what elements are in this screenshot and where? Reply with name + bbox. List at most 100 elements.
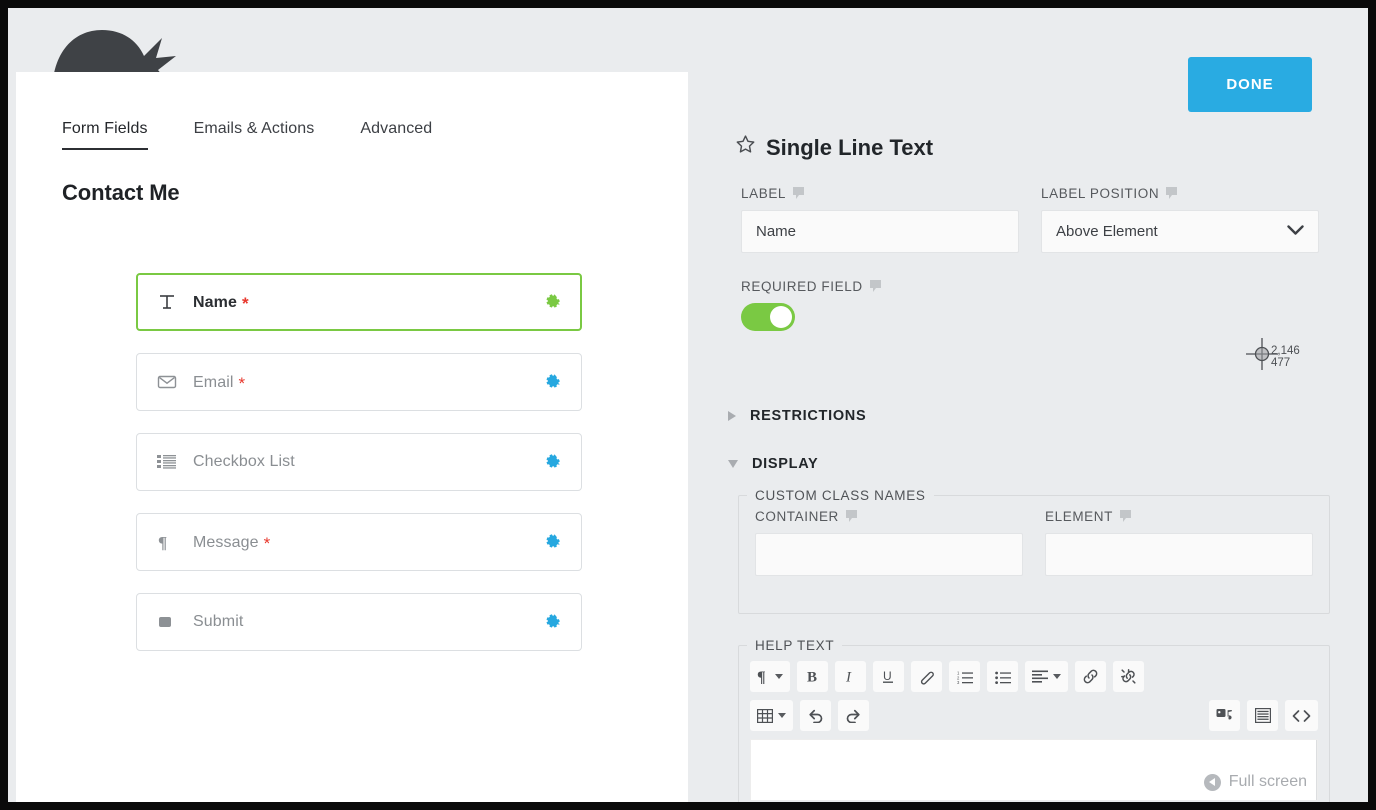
svg-text:3: 3	[957, 680, 960, 684]
table-dropdown[interactable]	[750, 700, 793, 731]
label-position-group: LABEL POSITION Above Element	[1041, 186, 1319, 253]
caret-down-icon	[778, 713, 786, 718]
insert-link-button[interactable]	[1075, 661, 1106, 692]
field-settings-gear-icon[interactable]	[543, 532, 563, 552]
help-tooltip-icon[interactable]	[846, 510, 857, 524]
field-row-email[interactable]: Email *	[136, 353, 582, 411]
fullscreen-toggle[interactable]: Full screen	[1204, 773, 1307, 791]
redo-button[interactable]	[838, 700, 869, 731]
favorite-star-icon[interactable]	[735, 134, 756, 161]
required-field-toggle[interactable]	[741, 303, 795, 331]
align-dropdown[interactable]	[1025, 661, 1068, 692]
italic-button[interactable]: I	[835, 661, 866, 692]
section-display[interactable]: DISPLAY	[728, 456, 818, 472]
caret-down-icon	[1053, 674, 1061, 679]
field-row-submit[interactable]: Submit	[136, 593, 582, 651]
help-text-legend: HELP TEXT	[747, 638, 842, 653]
fullscreen-label: Full screen	[1229, 773, 1307, 791]
underline-button[interactable]: U	[873, 661, 904, 692]
help-text-editor-area[interactable]: Full screen	[750, 739, 1318, 801]
cursor-coordinates: 2,146 477	[1271, 346, 1300, 369]
chevron-right-icon	[728, 411, 736, 421]
container-class-group: CONTAINER	[755, 509, 1023, 576]
field-row-message[interactable]: ¶ Message *	[136, 513, 582, 571]
field-label: Name *	[193, 293, 249, 312]
form-fields-list: Name * Email *	[136, 273, 582, 673]
done-button[interactable]: DONE	[1188, 57, 1312, 112]
clear-formatting-button[interactable]	[911, 661, 942, 692]
element-caption: ELEMENT	[1045, 509, 1313, 524]
element-caption-text: ELEMENT	[1045, 509, 1113, 524]
field-label-text: Name	[193, 294, 237, 312]
single-line-text-icon	[157, 293, 183, 311]
required-indicator: *	[264, 535, 271, 552]
label-settings-row: LABEL LABEL POSITION Above Element	[741, 186, 1319, 253]
label-position-caption-text: LABEL POSITION	[1041, 186, 1159, 201]
field-label-text: Checkbox List	[193, 453, 295, 471]
label-caption-text: LABEL	[741, 186, 786, 201]
email-icon	[157, 374, 183, 390]
tab-form-fields[interactable]: Form Fields	[62, 120, 148, 150]
container-class-input[interactable]	[755, 533, 1023, 576]
insert-media-button[interactable]	[1209, 700, 1240, 731]
field-row-name[interactable]: Name *	[136, 273, 582, 331]
undo-button[interactable]	[800, 700, 831, 731]
unlink-button[interactable]	[1113, 661, 1144, 692]
submit-button-icon	[157, 614, 183, 630]
field-settings-gear-icon[interactable]	[543, 372, 563, 392]
mouse-crosshair-cursor: 2,146 477	[1245, 337, 1341, 373]
editor-toolbar-row-2	[750, 700, 1318, 731]
paragraph-format-dropdown[interactable]: ¶	[750, 661, 790, 692]
help-tooltip-icon[interactable]	[1120, 510, 1131, 524]
ordered-list-button[interactable]: 123	[949, 661, 980, 692]
show-blocks-button[interactable]	[1247, 700, 1278, 731]
form-builder-panel: Form Fields Emails & Actions Advanced Co…	[16, 72, 688, 802]
label-position-value: Above Element	[1056, 223, 1158, 240]
required-field-group: REQUIRED FIELD	[741, 279, 881, 331]
form-title: Contact Me	[62, 180, 180, 206]
settings-title: Single Line Text	[735, 134, 933, 161]
caret-down-icon	[775, 674, 783, 679]
label-input[interactable]	[741, 210, 1019, 253]
field-label: Submit	[193, 613, 248, 631]
field-label: Email *	[193, 373, 245, 392]
custom-class-names-legend: CUSTOM CLASS NAMES	[747, 488, 934, 503]
unordered-list-button[interactable]	[987, 661, 1018, 692]
cursor-y: 477	[1271, 358, 1300, 370]
fullscreen-arrow-icon	[1204, 774, 1221, 791]
app-screen: Form Fields Emails & Actions Advanced Co…	[8, 8, 1368, 802]
field-label: Message *	[193, 533, 270, 552]
field-row-checkbox-list[interactable]: Checkbox List	[136, 433, 582, 491]
container-caption-text: CONTAINER	[755, 509, 839, 524]
field-label-text: Email	[193, 374, 234, 392]
element-class-group: ELEMENT	[1045, 509, 1313, 576]
field-settings-panel: DONE Single Line Text LABEL LABEL POSITI…	[688, 8, 1360, 802]
custom-class-names-fieldset: CUSTOM CLASS NAMES CONTAINER ELEMENT	[738, 488, 1330, 614]
field-settings-gear-icon[interactable]	[543, 612, 563, 632]
field-settings-gear-icon[interactable]	[543, 292, 563, 312]
label-position-select[interactable]: Above Element	[1041, 210, 1319, 253]
tab-advanced[interactable]: Advanced	[360, 120, 432, 150]
section-restrictions[interactable]: RESTRICTIONS	[728, 408, 866, 424]
element-class-input[interactable]	[1045, 533, 1313, 576]
tab-emails-actions[interactable]: Emails & Actions	[194, 120, 315, 150]
svg-text:U: U	[883, 669, 892, 683]
field-settings-gear-icon[interactable]	[543, 452, 563, 472]
label-field-group: LABEL	[741, 186, 1019, 253]
help-tooltip-icon[interactable]	[870, 280, 881, 294]
paragraph-text-icon: ¶	[157, 533, 183, 551]
required-field-caption: REQUIRED FIELD	[741, 279, 881, 294]
builder-tabs: Form Fields Emails & Actions Advanced	[62, 120, 432, 150]
help-tooltip-icon[interactable]	[1166, 187, 1177, 201]
svg-text:B: B	[807, 670, 817, 685]
help-text-editor-toolbar: ¶ B I U 123	[750, 661, 1318, 731]
required-field-caption-text: REQUIRED FIELD	[741, 279, 863, 294]
svg-text:¶: ¶	[158, 533, 167, 551]
cursor-x: 2,146	[1271, 346, 1300, 358]
label-position-caption: LABEL POSITION	[1041, 186, 1319, 201]
svg-text:I: I	[845, 670, 852, 685]
source-code-button[interactable]	[1285, 700, 1318, 731]
svg-text:¶: ¶	[757, 669, 766, 685]
help-tooltip-icon[interactable]	[793, 187, 804, 201]
bold-button[interactable]: B	[797, 661, 828, 692]
